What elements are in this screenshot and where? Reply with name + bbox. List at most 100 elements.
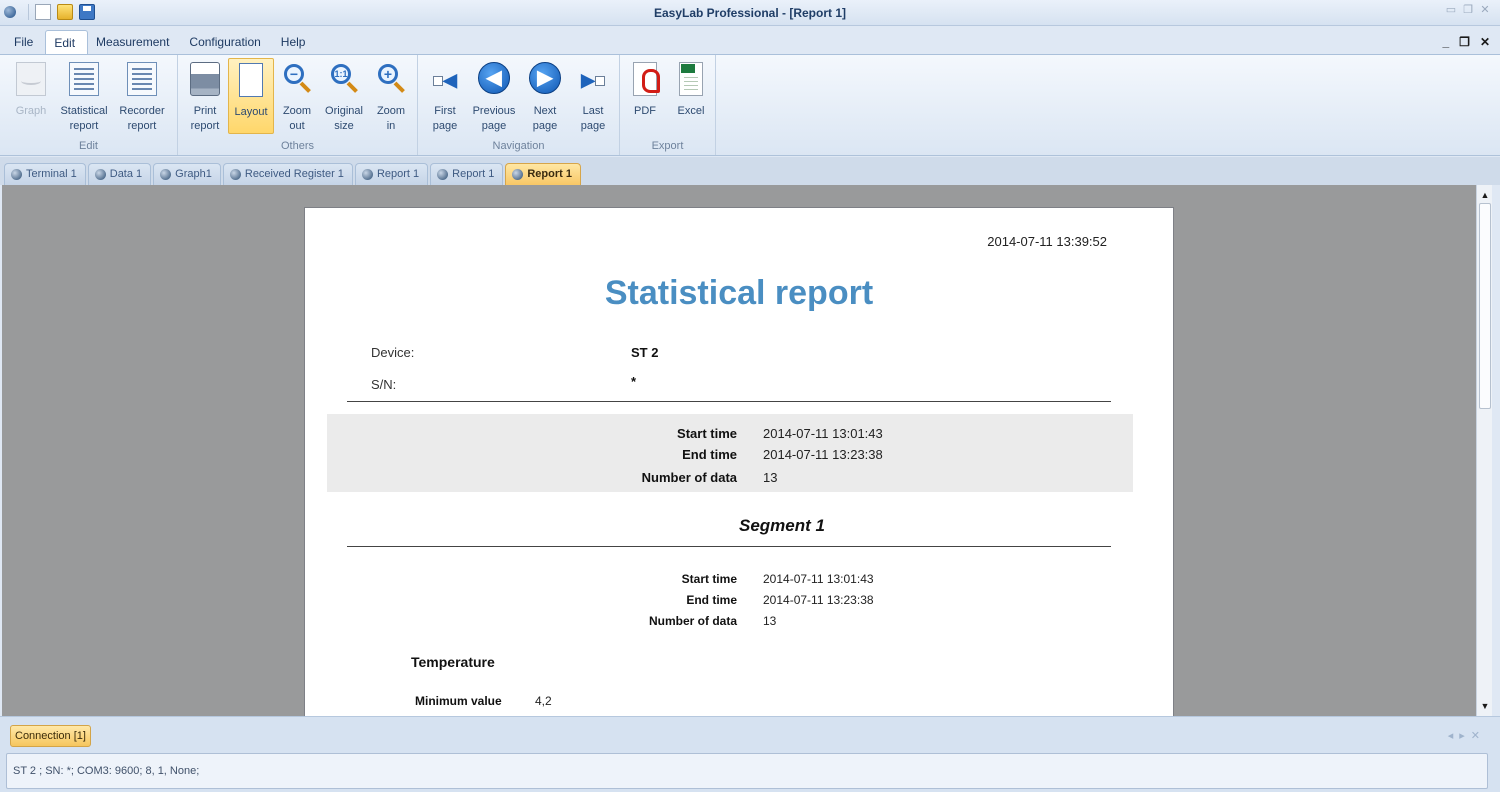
menu-bar: File Edit Measurement Configuration Help…: [0, 30, 1500, 55]
minimize-icon[interactable]: ▭: [1444, 3, 1458, 17]
ribbon-group-edit: Graph Statistical report Recorder report…: [0, 55, 178, 155]
tab-icon: [160, 169, 172, 180]
next-page-button[interactable]: ▶ Next page: [520, 58, 570, 134]
document-window-controls: _ ❐ ✕: [1442, 35, 1490, 49]
print-report-button[interactable]: Print report: [182, 58, 228, 134]
minimum-value-label: Minimum value: [415, 694, 502, 708]
restore-icon[interactable]: ❐: [1461, 3, 1475, 17]
summary-count-value: 13: [763, 470, 778, 485]
menu-edit[interactable]: Edit: [45, 30, 89, 55]
segment-count-label: Number of data: [648, 614, 737, 628]
zoom-in-button[interactable]: + Zoom in: [368, 58, 414, 134]
first-page-button[interactable]: ◀ First page: [422, 58, 468, 134]
doc-minimize-icon[interactable]: _: [1442, 35, 1449, 49]
summary-start-label: Start time: [677, 426, 737, 441]
layout-icon: [239, 63, 263, 97]
report-workspace: 2014-07-11 13:39:52 Statistical report D…: [2, 185, 1476, 716]
menu-help[interactable]: Help: [273, 30, 318, 55]
printer-icon: [190, 62, 220, 96]
tab-data-1[interactable]: Data 1: [87, 163, 152, 185]
scroll-up-icon[interactable]: ▲: [1477, 187, 1493, 203]
connection-tab[interactable]: Connection [1]: [10, 725, 91, 747]
segment-end-value: 2014-07-11 13:23:38: [763, 593, 874, 607]
pdf-export-button[interactable]: PDF: [622, 58, 668, 134]
menu-measurement[interactable]: Measurement: [88, 30, 181, 55]
tab-icon: [229, 169, 241, 180]
next-page-icon: ▶: [529, 62, 561, 94]
summary-count-label: Number of data: [641, 470, 737, 485]
summary-end-label: End time: [682, 447, 737, 462]
recorder-report-icon: [127, 62, 157, 96]
segment-start-value: 2014-07-11 13:01:43: [763, 572, 874, 586]
segment-end-label: End time: [686, 593, 737, 607]
connection-status: ST 2 ; SN: *; COM3: 9600; 8, 1, None;: [6, 753, 1488, 789]
device-label: Device:: [371, 345, 415, 360]
first-page-icon: ◀: [428, 70, 462, 90]
report-page: 2014-07-11 13:39:52 Statistical report D…: [304, 207, 1174, 716]
excel-icon: [679, 62, 703, 96]
panel-prev-icon[interactable]: ◂: [1448, 730, 1460, 742]
device-value: ST 2: [631, 345, 659, 360]
tab-graph-1[interactable]: Graph1: [153, 163, 221, 185]
panel-close-icon[interactable]: ✕: [1471, 730, 1486, 742]
segment-start-label: Start time: [681, 572, 737, 586]
minimum-value: 4,2: [535, 694, 552, 708]
tab-icon: [361, 169, 373, 180]
sn-label: S/N:: [371, 377, 397, 392]
tab-report-1-active[interactable]: Report 1: [505, 163, 581, 185]
recorder-report-button[interactable]: Recorder report: [112, 58, 172, 134]
group-label-navigation: Navigation: [492, 140, 545, 152]
original-size-button[interactable]: 1:1 Original size: [320, 58, 368, 134]
ribbon-group-export: PDF Excel Export: [620, 55, 716, 155]
tab-terminal-1[interactable]: Terminal 1: [4, 163, 86, 185]
summary-start-value: 2014-07-11 13:01:43: [763, 426, 883, 441]
group-label-others: Others: [280, 140, 314, 152]
original-size-icon: 1:1: [329, 62, 359, 96]
graph-button[interactable]: Graph: [6, 58, 56, 134]
window-controls: ▭ ❐ ✕: [1444, 3, 1492, 17]
menu-configuration[interactable]: Configuration: [181, 30, 272, 55]
scroll-thumb[interactable]: [1479, 203, 1491, 409]
ribbon-group-navigation: ◀ First page ◀ Previous page ▶ Next page…: [418, 55, 620, 155]
zoom-in-icon: +: [376, 62, 406, 96]
title-bar: EasyLab Professional - [Report 1] ▭ ❐ ✕: [0, 0, 1500, 26]
ribbon-group-others: Print report Layout − Zoom out 1:1 Origi…: [178, 55, 418, 155]
zoom-out-icon: −: [282, 62, 312, 96]
tab-received-register-1[interactable]: Received Register 1: [222, 163, 353, 185]
close-icon[interactable]: ✕: [1478, 3, 1492, 17]
group-label-edit: Edit: [79, 140, 98, 152]
panel-next-icon[interactable]: ▸: [1459, 730, 1471, 742]
doc-close-icon[interactable]: ✕: [1480, 35, 1490, 49]
panel-controls: ◂▸✕: [1448, 729, 1486, 742]
zoom-out-button[interactable]: − Zoom out: [274, 58, 320, 134]
statistical-report-icon: [69, 62, 99, 96]
report-title: Statistical report: [604, 274, 874, 312]
menu-file[interactable]: File: [6, 30, 45, 55]
segment-underline: _ _ _ _ _ _ _ _ _ _ _ _ _ _ _ _ _ _: [615, 532, 859, 542]
tab-icon: [512, 169, 524, 180]
statistical-report-button[interactable]: Statistical report: [56, 58, 112, 134]
segment-count-value: 13: [763, 614, 777, 628]
divider: [347, 401, 1111, 402]
scroll-down-icon[interactable]: ▼: [1477, 698, 1493, 714]
doc-restore-icon[interactable]: ❐: [1459, 35, 1470, 49]
vertical-scrollbar[interactable]: ▲ ▼: [1476, 185, 1492, 716]
window-title: EasyLab Professional - [Report 1]: [653, 6, 847, 20]
tab-icon: [94, 169, 106, 180]
connection-panel: Connection [1] ◂▸✕ ST 2 ; SN: *; COM3: 9…: [0, 716, 1500, 792]
tab-report-1b[interactable]: Report 1: [430, 163, 504, 185]
section-title: Temperature: [411, 654, 495, 670]
tab-icon: [11, 169, 22, 180]
layout-button[interactable]: Layout: [228, 58, 274, 134]
report-timestamp: 2014-07-11 13:39:52: [987, 234, 1107, 249]
excel-export-button[interactable]: Excel: [668, 58, 714, 134]
divider: [347, 546, 1111, 547]
ribbon: Graph Statistical report Recorder report…: [0, 54, 1500, 156]
last-page-button[interactable]: ▶ Last page: [570, 58, 616, 134]
pdf-icon: [633, 62, 660, 96]
group-label-export: Export: [651, 140, 684, 152]
previous-page-button[interactable]: ◀ Previous page: [468, 58, 520, 134]
tab-report-1[interactable]: Report 1: [354, 163, 429, 185]
graph-icon: [16, 62, 46, 96]
last-page-icon: ▶: [576, 70, 610, 90]
